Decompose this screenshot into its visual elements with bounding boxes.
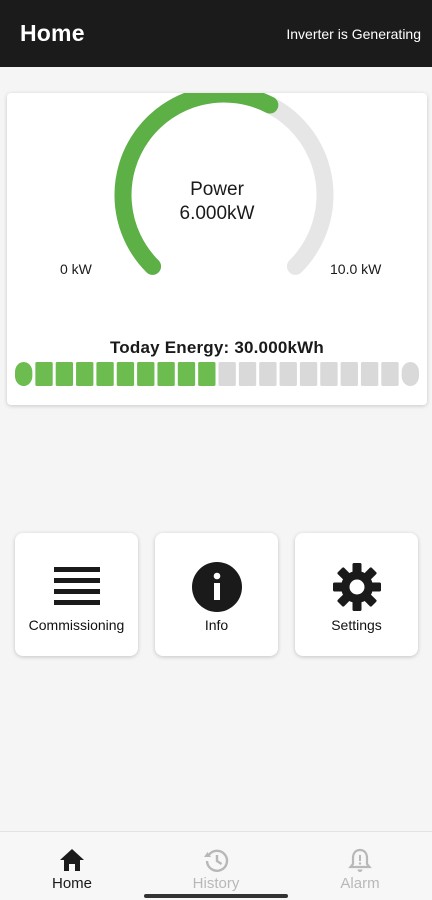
energy-segment [198,362,216,386]
power-label: Power [190,179,244,200]
energy-segment [76,362,94,386]
today-energy-bar [15,362,419,386]
energy-segment [340,362,358,386]
energy-segment [157,362,175,386]
page-title: Home [20,20,85,46]
settings-label: Settings [331,617,382,633]
app-bar: Home Inverter is Generating [0,0,432,67]
energy-segment [259,362,277,386]
info-icon [192,562,242,612]
energy-segment [238,362,257,386]
gear-icon [333,563,381,611]
energy-segment [360,362,379,386]
gauge-min-label: 0 kW [60,261,92,277]
energy-segment [15,362,33,386]
bell-icon [348,848,372,872]
commissioning-button[interactable]: Commissioning [15,533,138,656]
menu-icon [54,567,100,605]
nav-history-label: History [192,875,240,892]
power-gauge-card: Power 6.000kW 0 kW 10.0 kW Today Energy:… [7,93,427,405]
settings-button[interactable]: Settings [295,533,418,656]
energy-segment [218,362,236,386]
energy-segment [401,362,419,386]
info-button[interactable]: Info [155,533,278,656]
nav-home-label: Home [51,875,92,892]
energy-segment [116,362,135,386]
nav-history[interactable]: History [144,832,288,900]
info-label: Info [204,617,229,633]
energy-segment [320,362,338,386]
energy-segment [137,362,155,386]
inverter-status-text: Inverter is Generating [286,25,421,42]
nav-alarm-label: Alarm [340,875,380,892]
energy-segment [299,362,318,386]
energy-segment [177,362,196,386]
commissioning-label: Commissioning [28,617,125,633]
today-energy-label: Today Energy: 30.000kWh [109,338,325,357]
power-gauge [114,93,334,275]
home-icon [60,849,84,871]
nav-alarm[interactable]: Alarm [288,832,432,900]
power-value: 6.000kW [179,203,255,224]
energy-segment [35,362,53,386]
bottom-navigation: Home History Alarm [0,831,432,900]
energy-segment [96,362,114,386]
gesture-bar[interactable] [144,894,288,898]
gauge-max-label: 10.0 kW [330,261,382,277]
energy-segment [381,362,399,386]
energy-segment [279,362,297,386]
nav-home[interactable]: Home [0,832,144,900]
history-icon [204,849,229,872]
energy-segment [55,362,74,386]
